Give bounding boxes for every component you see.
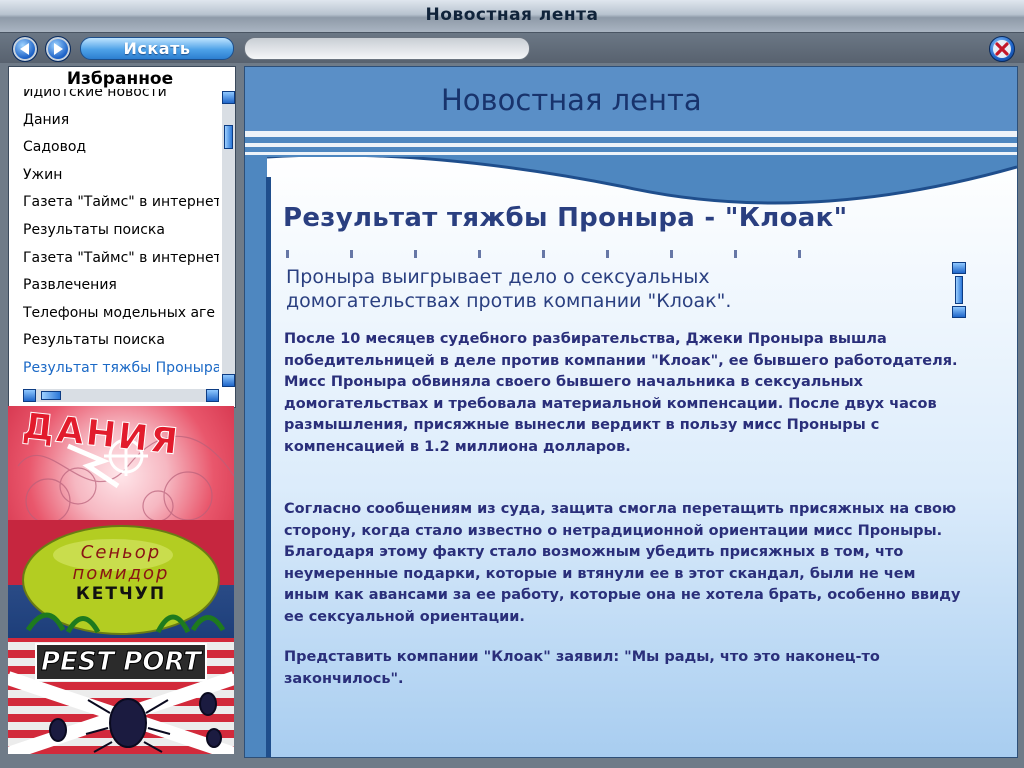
favorites-horizontal-scrollbar[interactable]: [23, 389, 219, 402]
favorite-item[interactable]: Результаты поиска: [23, 327, 219, 355]
article-title: Результат тяжбы Проныра - "Клоак": [283, 203, 848, 233]
favorite-item[interactable]: Газета "Таймс" в интернет: [23, 189, 219, 217]
back-button[interactable]: [12, 36, 38, 62]
window-title: Новостная лента: [425, 5, 599, 25]
scroll-left-button[interactable]: [23, 389, 36, 402]
favorite-item[interactable]: Результаты поиска: [23, 217, 219, 245]
favorite-item[interactable]: Телефоны модельных аге: [23, 300, 219, 328]
scroll-up-button[interactable]: [222, 91, 235, 104]
article-paragraph: После 10 месяцев судебного разбирательст…: [284, 331, 958, 455]
arrow-left-icon: [20, 43, 29, 55]
article-paragraph: Согласно сообщениям из суда, защита смог…: [284, 501, 961, 625]
forward-button[interactable]: [45, 36, 71, 62]
scroll-right-button[interactable]: [206, 389, 219, 402]
favorites-vertical-scrollbar[interactable]: [222, 91, 235, 387]
scroll-down-button[interactable]: [952, 306, 966, 318]
article-paragraph: Представить компании "Клоак" заявил: "Мы…: [284, 649, 880, 687]
close-button[interactable]: [989, 36, 1015, 62]
ad-ketchup-line2: помидор: [72, 563, 170, 584]
favorites-title: Избранное: [9, 69, 231, 89]
article-divider: [286, 250, 846, 258]
favorite-item[interactable]: Садовод: [23, 134, 219, 162]
favorite-item[interactable]: Дания: [23, 107, 219, 135]
scroll-thumb[interactable]: [224, 125, 233, 149]
scroll-thumb[interactable]: [41, 391, 61, 400]
ad-banner-ketchup[interactable]: Сеньор помидор КЕТЧУП: [8, 520, 234, 638]
article-scrollbar[interactable]: [951, 262, 967, 318]
ad-ketchup-text: Сеньор помидор КЕТЧУП: [8, 542, 234, 605]
ad-ketchup-line1: Сеньор: [80, 542, 162, 563]
close-icon: [993, 40, 1011, 58]
arrow-right-icon: [54, 43, 63, 55]
favorites-panel: Избранное Идиотские новости Дания Садово…: [8, 66, 236, 408]
search-input[interactable]: [244, 37, 530, 60]
favorite-item-active[interactable]: Результат тяжбы Проныра: [23, 355, 219, 383]
search-button[interactable]: Искать: [80, 37, 234, 60]
window-title-bar: Новостная лента: [0, 0, 1024, 33]
ad-banner-denmark[interactable]: ДАНИЯ: [8, 406, 234, 520]
scroll-up-button[interactable]: [952, 262, 966, 274]
ad-banner-pest-port[interactable]: PEST PORT: [8, 638, 234, 754]
news-article: Результат тяжбы Проныра - "Клоак" Проныр…: [245, 67, 1017, 757]
article-subtitle: Проныра выигрывает дело о сексуальных до…: [286, 266, 732, 312]
news-content-pane: Новостная лента Результат тяжбы Проныра …: [244, 66, 1018, 758]
favorite-item[interactable]: Газета "Таймс" в интернет: [23, 245, 219, 273]
ad-pest-port-text: PEST PORT: [40, 647, 202, 678]
favorite-item[interactable]: Развлечения: [23, 272, 219, 300]
scroll-down-button[interactable]: [222, 374, 235, 387]
favorite-item[interactable]: Ужин: [23, 162, 219, 190]
scroll-thumb[interactable]: [955, 276, 963, 304]
ad-ketchup-line3: КЕТЧУП: [75, 584, 167, 604]
favorites-list: Идиотские новости Дания Садовод Ужин Газ…: [23, 79, 219, 383]
